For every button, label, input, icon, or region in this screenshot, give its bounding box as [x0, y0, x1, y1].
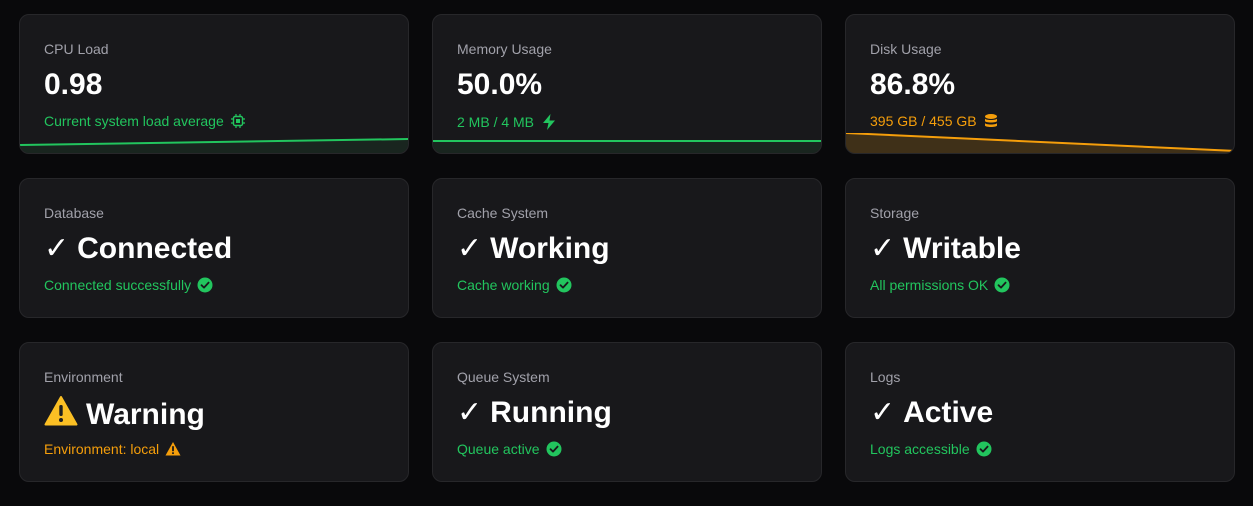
card-description: All permissions OK	[870, 277, 1010, 293]
logs-status-value: Active	[903, 396, 994, 429]
checkmark-icon: ✓	[870, 232, 896, 265]
card-description: Logs accessible	[870, 441, 992, 457]
card-description: Cache working	[457, 277, 572, 293]
warning-emoji-icon	[44, 395, 78, 427]
check-circle-icon	[976, 441, 992, 457]
queue-status-value: Running	[490, 396, 612, 429]
card-label: Database	[44, 205, 104, 221]
logs-status-description: Logs accessible	[870, 441, 970, 457]
storage-status-card: Storage ✓ Writable All permissions OK	[845, 178, 1235, 318]
database-stack-icon	[983, 113, 999, 129]
cache-status-value: Working	[490, 232, 610, 265]
card-label: Logs	[870, 369, 901, 385]
card-description: Current system load average	[44, 113, 246, 129]
environment-status-card: Environment Warning Environment: local	[19, 342, 409, 482]
disk-sparkline	[846, 133, 1234, 153]
cache-status-description: Cache working	[457, 277, 550, 293]
card-description: Queue active	[457, 441, 562, 457]
card-label: Environment	[44, 369, 123, 385]
queue-status-card: Queue System ✓ Running Queue active	[432, 342, 822, 482]
memory-usage-description: 2 MB / 4 MB	[457, 114, 535, 130]
checkmark-icon: ✓	[457, 396, 483, 429]
check-circle-icon	[197, 277, 213, 293]
card-label: Cache System	[457, 205, 549, 221]
disk-usage-card: Disk Usage 86.8% 395 GB / 455 GB	[845, 14, 1235, 154]
logs-status-card: Logs ✓ Active Logs accessible	[845, 342, 1235, 482]
memory-usage-card: Memory Usage 50.0% 2 MB / 4 MB	[432, 14, 822, 154]
memory-sparkline	[433, 140, 821, 153]
system-health-grid: CPU Load 0.98 Current system load averag…	[0, 0, 1253, 506]
cache-status-card: Cache System ✓ Working Cache working	[432, 178, 822, 318]
lightning-bolt-icon	[540, 113, 558, 131]
check-circle-icon	[546, 441, 562, 457]
cpu-load-card: CPU Load 0.98 Current system load averag…	[19, 14, 409, 154]
card-description: Connected successfully	[44, 277, 213, 293]
cpu-sparkline	[20, 138, 408, 153]
disk-usage-description: 395 GB / 455 GB	[870, 113, 977, 129]
card-label: CPU Load	[44, 41, 109, 57]
check-circle-icon	[994, 277, 1010, 293]
checkmark-icon: ✓	[870, 396, 896, 429]
database-status-card: Database ✓ Connected Connected successful…	[19, 178, 409, 318]
cpu-load-description: Current system load average	[44, 113, 224, 129]
card-label: Storage	[870, 205, 920, 221]
database-status-description: Connected successfully	[44, 277, 192, 293]
memory-usage-value: 50.0%	[457, 68, 543, 101]
status-value: ✓ Writable	[870, 231, 1021, 267]
check-circle-icon	[556, 277, 572, 293]
warning-triangle-icon	[165, 441, 181, 457]
environment-status-value: Warning	[86, 398, 205, 431]
card-label: Memory Usage	[457, 41, 552, 57]
status-value: ✓ Working	[457, 231, 610, 267]
card-label: Disk Usage	[870, 41, 942, 57]
queue-status-description: Queue active	[457, 441, 540, 457]
status-value: ✓ Active	[870, 395, 993, 431]
card-description: 2 MB / 4 MB	[457, 113, 558, 131]
checkmark-icon: ✓	[457, 232, 483, 265]
cpu-chip-icon	[230, 113, 246, 129]
disk-usage-value: 86.8%	[870, 68, 956, 101]
database-status-value: Connected	[77, 232, 233, 265]
status-value: Warning	[44, 395, 205, 433]
card-description: 395 GB / 455 GB	[870, 113, 999, 129]
status-value: ✓ Connected	[44, 231, 232, 267]
checkmark-icon: ✓	[44, 232, 70, 265]
card-label: Queue System	[457, 369, 550, 385]
environment-status-description: Environment: local	[44, 441, 160, 457]
storage-status-value: Writable	[903, 232, 1021, 265]
status-value: ✓ Running	[457, 395, 612, 431]
cpu-load-value: 0.98	[44, 68, 103, 101]
storage-status-description: All permissions OK	[870, 277, 989, 293]
card-description: Environment: local	[44, 441, 181, 457]
